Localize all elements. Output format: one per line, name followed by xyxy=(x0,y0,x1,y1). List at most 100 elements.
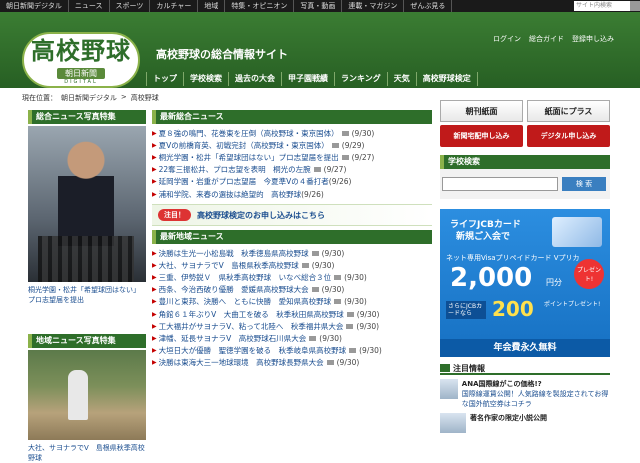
camera-icon xyxy=(346,311,354,317)
topbar-link-photo[interactable]: 写真・動画 xyxy=(294,0,343,12)
news-date: (9/26) xyxy=(328,177,352,187)
news-date: (9/30) xyxy=(356,321,380,331)
nav-exam[interactable]: 高校野球検定 xyxy=(417,72,478,86)
news-headline[interactable]: 三重、伊勢鋭Ｖ 県秋季高校野球 いなべ総合３位 xyxy=(159,272,332,283)
exam-banner[interactable]: 注目！ 高校野球検定のお申し込みはこちら xyxy=(152,204,432,227)
news-column: 最新総合ニュース ▶ 夏８強の鳴門、花巻東を圧倒（高校野球・東京国体） (9/30)… xyxy=(152,110,432,369)
breadcrumb: 現在位置： 朝日新聞デジタル > 高校野球 xyxy=(22,93,159,103)
topbar-link-asahi[interactable]: 朝日新聞デジタル xyxy=(0,0,69,12)
news-row[interactable]: ▶ 大垣日大が優勝 聖徳学園を破る 秋季岐阜県高校野球 (9/30) xyxy=(152,345,432,357)
topbar-link-news[interactable]: ニュース xyxy=(69,0,110,12)
news-row[interactable]: ▶ 浦和学院、来春の選抜は絶望的 高校野球 (9/26) xyxy=(152,188,432,200)
right-sidebar: 朝刊紙面 紙面にプラス 新聞宅配申し込み デジタル申し込み 学校検索 検 索 ラ… xyxy=(440,100,610,433)
news-row[interactable]: ▶ 夏Vの前橋育英、初戦完封（高校野球・東京国体） (9/29) xyxy=(152,139,432,151)
news-headline[interactable]: 延岡学園・岩重がプロ志望届 今夏準Vの４番打者 xyxy=(159,176,329,187)
news-row[interactable]: ▶ 22奪三振松井、プロ志望を表明 桐光の左腕 (9/27) xyxy=(152,164,432,176)
news-row[interactable]: ▶ 夏８強の鳴門、花巻東を圧倒（高校野球・東京国体） (9/30) xyxy=(152,127,432,139)
nav-top[interactable]: トップ xyxy=(146,72,184,86)
general-photo-caption[interactable]: 桐光学園・松井「希望球団はない」プロ志望届を提出 xyxy=(28,285,146,307)
notice-item[interactable]: 著名作家の限定小説公開 xyxy=(440,413,610,433)
notice-title-text[interactable]: 著名作家の限定小説公開 xyxy=(470,413,547,423)
bullet-icon: ▶ xyxy=(152,335,157,343)
news-date: (9/30) xyxy=(321,248,345,258)
school-search-title: 学校検索 xyxy=(440,155,610,169)
news-headline[interactable]: 津幡、延長サヨナラV 高校野球石川県大会 xyxy=(159,333,307,344)
topbar-link-local[interactable]: 地域 xyxy=(198,0,226,12)
paper-buttons: 朝刊紙面 紙面にプラス xyxy=(440,100,610,122)
nav-weather[interactable]: 天気 xyxy=(388,72,417,86)
news-row[interactable]: ▶ 三重、伊勢鋭Ｖ 県秋季高校野球 いなべ総合３位 (9/30) xyxy=(152,272,432,284)
news-row[interactable]: ▶ 津幡、延長サヨナラV 高校野球石川県大会 (9/30) xyxy=(152,332,432,344)
news-row[interactable]: ▶ 決勝は東海大三一地球環境 高校野球長野県大会 (9/30) xyxy=(152,357,432,369)
bullet-icon: ▶ xyxy=(152,274,157,282)
news-date: (9/29) xyxy=(341,140,365,150)
jcb-ad-banner[interactable]: ライフJCBカード 新規ご入会で ネット専用Visaプリペイドカード Vプリカ … xyxy=(440,209,610,357)
bullet-icon: ▶ xyxy=(152,141,157,149)
login-link[interactable]: ログイン xyxy=(493,34,521,44)
news-headline[interactable]: 桐光学園・松井「希望球団はない」プロ志望届を提出 xyxy=(159,152,339,163)
school-search: 検 索 xyxy=(440,169,610,199)
news-headline[interactable]: 工大福井がサヨナラV、粘って北陸へ 秋季福井県大会 xyxy=(159,321,344,332)
news-row[interactable]: ▶ 桐光学園・松井「希望球団はない」プロ志望届を提出 (9/27) xyxy=(152,151,432,163)
site-search: サイト内検索 xyxy=(574,1,640,11)
nav-past-tournaments[interactable]: 過去の大会 xyxy=(229,72,282,86)
news-date: (9/30) xyxy=(319,334,342,344)
news-row[interactable]: ▶ 豊川と東邦、決勝へ ともに快勝 愛知県高校野球 (9/30) xyxy=(152,296,432,308)
topbar-link-opinion[interactable]: 特集・オピニオン xyxy=(225,0,295,12)
school-search-button[interactable]: 検 索 xyxy=(562,177,606,191)
topbar-link-culture[interactable]: カルチャー xyxy=(150,0,199,12)
news-row[interactable]: ▶ 決勝は生光一小松島戦 秋季徳島県高校野球 (9/30) xyxy=(152,247,432,259)
news-row[interactable]: ▶ 角館６１年ぶりV 大曲工を破る 秋季秋田県高校野球 (9/30) xyxy=(152,308,432,320)
local-photo[interactable] xyxy=(28,350,146,440)
news-headline[interactable]: 22奪三振松井、プロ志望を表明 桐光の左腕 xyxy=(159,164,311,175)
topbar-link-magazine[interactable]: 連載・マガジン xyxy=(342,0,405,12)
nav-koshien-record[interactable]: 甲子園戦績 xyxy=(282,72,335,86)
paper-plus-button[interactable]: 紙面にプラス xyxy=(527,100,610,122)
bullet-icon: ▶ xyxy=(152,249,157,257)
news-row[interactable]: ▶ 大社、サヨナラでV 島根県秋季高校野球 (9/30) xyxy=(152,259,432,271)
nav-ranking[interactable]: ランキング xyxy=(335,72,388,86)
ad-points: 200 xyxy=(492,297,534,321)
news-date: (9/30) xyxy=(344,297,367,307)
news-headline[interactable]: 夏Vの前橋育英、初戦完封（高校野球・東京国体） xyxy=(159,140,329,151)
signup-link[interactable]: 登録申し込み xyxy=(572,34,614,44)
news-headline[interactable]: 決勝は東海大三一地球環境 高校野球長野県大会 xyxy=(159,357,324,368)
guide-link[interactable]: 総合ガイド xyxy=(529,34,564,44)
bullet-icon: ▶ xyxy=(152,347,157,355)
topbar-link-all[interactable]: ぜんぶ見る xyxy=(404,0,453,12)
site-search-input[interactable]: サイト内検索 xyxy=(574,1,630,11)
notice-subtext[interactable]: 国際線運賃公開！人気路線を製設定されてお得な国外航空券はコチラ xyxy=(462,389,610,409)
news-headline[interactable]: 夏８強の鳴門、花巻東を圧倒（高校野球・東京国体） xyxy=(159,128,339,139)
ad-amount: 2,000 xyxy=(450,263,533,293)
news-headline[interactable]: 西条、今治西破り優勝 愛媛県高校野球大会 xyxy=(159,284,309,295)
nav-school-search[interactable]: 学校検索 xyxy=(184,72,229,86)
news-date: (9/30) xyxy=(336,358,360,368)
delivery-subscribe-button[interactable]: 新聞宅配申し込み xyxy=(440,125,523,147)
news-date: (9/27) xyxy=(351,152,375,162)
digital-subscribe-button[interactable]: デジタル申し込み xyxy=(527,125,610,147)
notice-item[interactable]: ANA国際線がこの価格!? 国際線運賃公開！人気路線を製設定されてお得な国外航空… xyxy=(440,379,610,409)
camera-icon xyxy=(301,262,309,268)
news-headline[interactable]: 大垣日大が優勝 聖徳学園を破る 秋季岐阜県高校野球 xyxy=(159,345,347,356)
news-headline[interactable]: 角館６１年ぶりV 大曲工を破る 秋季秋田県高校野球 xyxy=(159,309,344,320)
exam-banner-text[interactable]: 高校野球検定のお申し込みはこちら xyxy=(197,210,325,221)
news-row[interactable]: ▶ 延岡学園・岩重がプロ志望届 今夏準Vの４番打者 (9/26) xyxy=(152,176,432,188)
school-search-input[interactable] xyxy=(442,177,558,191)
news-headline[interactable]: 決勝は生光一小松島戦 秋季徳島県高校野球 xyxy=(159,248,309,259)
breadcrumb-asahi[interactable]: 朝日新聞デジタル xyxy=(61,93,117,103)
news-headline[interactable]: 豊川と東邦、決勝へ ともに快勝 愛知県高校野球 xyxy=(159,296,332,307)
general-photo[interactable] xyxy=(28,126,146,282)
search-icon[interactable] xyxy=(630,1,640,11)
local-photo-caption[interactable]: 大社、サヨナラでV 島根県秋季高校野球 xyxy=(28,443,146,463)
news-headline[interactable]: 大社、サヨナラでV 島根県秋季高校野球 xyxy=(159,260,299,271)
morning-paper-button[interactable]: 朝刊紙面 xyxy=(440,100,523,122)
notice-title-text[interactable]: ANA国際線がこの価格!? xyxy=(462,379,610,389)
news-row[interactable]: ▶ 西条、今治西破り優勝 愛媛県高校野球大会 (9/30) xyxy=(152,284,432,296)
bullet-icon: ▶ xyxy=(152,322,157,330)
site-logo[interactable]: 高校野球 朝日新聞 DIGITAL xyxy=(22,32,140,88)
bullet-icon: ▶ xyxy=(152,178,157,186)
topbar-link-sports[interactable]: スポーツ xyxy=(110,0,151,12)
breadcrumb-sep: > xyxy=(120,93,127,101)
news-row[interactable]: ▶ 工大福井がサヨナラV、粘って北陸へ 秋季福井県大会 (9/30) xyxy=(152,320,432,332)
news-headline[interactable]: 浦和学院、来春の選抜は絶望的 高校野球 xyxy=(159,189,302,200)
